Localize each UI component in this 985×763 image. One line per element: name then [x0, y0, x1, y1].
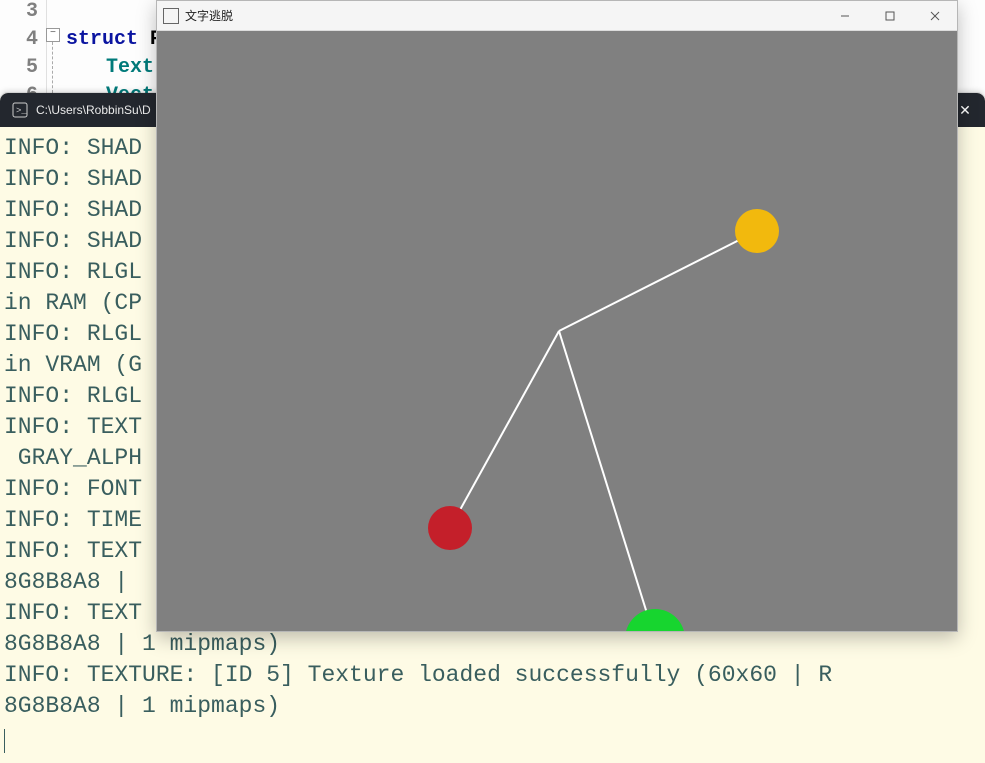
terminal-line: 8G8B8A8 | 1 mipmaps)	[4, 693, 280, 719]
line-to-red	[450, 331, 559, 528]
terminal-line: INFO: SHAD	[4, 135, 142, 161]
terminal-line: INFO: RLGL	[4, 259, 142, 285]
fold-toggle-icon[interactable]: −	[46, 28, 60, 42]
code-line[interactable]: Text	[106, 54, 154, 82]
line-number: 5	[0, 54, 38, 82]
terminal-line: INFO: TEXT	[4, 414, 142, 440]
game-titlebar[interactable]: 文字逃脱	[157, 1, 957, 31]
game-canvas[interactable]	[157, 31, 957, 631]
game-title: 文字逃脱	[185, 7, 233, 24]
close-icon	[930, 11, 940, 21]
terminal-line: in VRAM (G	[4, 352, 142, 378]
maximize-icon	[885, 11, 895, 21]
minimize-button[interactable]	[822, 1, 867, 30]
terminal-line: INFO: TIME	[4, 507, 142, 533]
close-icon: ✕	[959, 102, 971, 119]
terminal-title: C:\Users\RobbinSu\D	[36, 103, 151, 117]
terminal-line: INFO: SHAD	[4, 228, 142, 254]
app-icon	[163, 8, 179, 24]
game-window: 文字逃脱	[156, 0, 958, 632]
line-number: 3	[0, 0, 38, 26]
terminal-cursor	[4, 729, 5, 753]
maximize-button[interactable]	[867, 1, 912, 30]
terminal-line: INFO: SHAD	[4, 197, 142, 223]
terminal-line: INFO: TEXTURE: [ID 5] Texture loaded suc…	[4, 662, 832, 688]
terminal-line: in RAM (CP	[4, 290, 142, 316]
terminal-line: INFO: RLGL	[4, 321, 142, 347]
close-button[interactable]	[912, 1, 957, 30]
yellow-ball[interactable]	[735, 209, 779, 253]
type-name: Text	[106, 56, 154, 79]
minimize-icon	[840, 11, 850, 21]
fold-guide	[52, 42, 53, 93]
terminal-line: GRAY_ALPH	[4, 445, 142, 471]
terminal-line: INFO: SHAD	[4, 166, 142, 192]
editor-gutter: 3 4 5 6	[0, 0, 47, 93]
terminal-tab-icon: >_	[12, 102, 28, 118]
line-to-green	[559, 331, 655, 631]
window-controls	[822, 1, 957, 30]
terminal-line: INFO: RLGL	[4, 383, 142, 409]
game-svg	[157, 31, 957, 631]
red-ball[interactable]	[428, 506, 472, 550]
code-line[interactable]: struct P	[66, 26, 162, 54]
terminal-line: 8G8B8A8 | 1 mipmaps)	[4, 631, 280, 657]
line-to-yellow	[559, 231, 757, 331]
terminal-line: 8G8B8A8 |	[4, 569, 142, 595]
svg-text:>_: >_	[16, 106, 27, 116]
terminal-line: INFO: FONT	[4, 476, 142, 502]
keyword-struct: struct	[66, 28, 138, 51]
line-number: 4	[0, 26, 38, 54]
